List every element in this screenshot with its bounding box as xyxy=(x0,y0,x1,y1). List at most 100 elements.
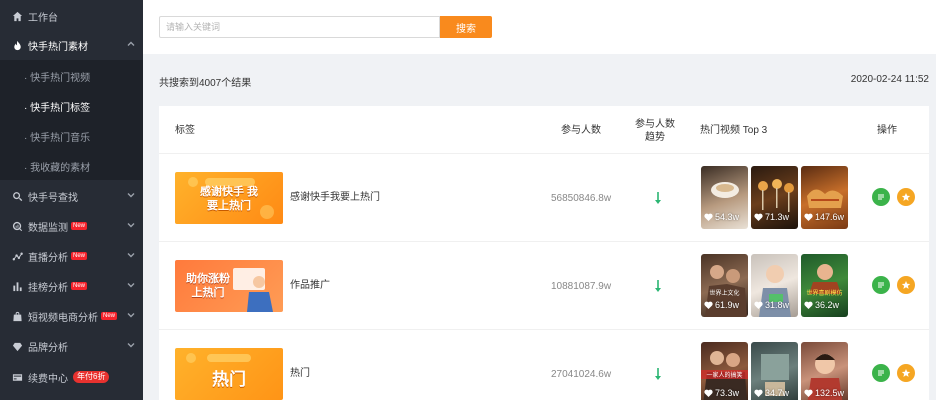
video-caption: 一家人的搞笑 xyxy=(701,370,748,379)
sidebar-item-renewal-center[interactable]: 续费中心 年付6折 xyxy=(0,362,143,392)
tag-banner: 感谢快手 我要上热门 xyxy=(175,172,283,224)
chevron-down-icon xyxy=(127,311,135,319)
sidebar-subitem-favorites[interactable]: · 我收藏的素材 xyxy=(0,151,143,181)
diamond-icon xyxy=(11,340,23,352)
sidebar-subitem-hot-music[interactable]: · 快手热门音乐 xyxy=(0,121,143,151)
detail-button[interactable] xyxy=(872,364,890,382)
sidebar-item-label: 续费中心 xyxy=(28,373,68,385)
home-icon xyxy=(11,10,23,22)
table-header: 标签 参与人数 参与人数 趋势 热门视频 Top 3 操作 xyxy=(159,106,929,154)
heart-icon xyxy=(804,301,813,309)
chevron-down-icon xyxy=(127,191,135,199)
credit-card-icon xyxy=(11,371,23,383)
video-caption: 世界喜剧模仿 xyxy=(806,291,843,297)
tag-name[interactable]: 作品推广 xyxy=(290,276,330,291)
favorite-button[interactable] xyxy=(897,188,915,206)
chevron-down-icon xyxy=(127,221,135,229)
heart-icon xyxy=(704,389,713,397)
new-badge: New xyxy=(71,282,88,290)
header-tag: 标签 xyxy=(175,125,195,136)
header-trend: 参与人数 趋势 xyxy=(635,119,675,143)
participants-count: 27041024.6w xyxy=(551,369,612,380)
chevron-up-icon xyxy=(127,40,135,48)
sidebar-item-label: 工作台 xyxy=(28,12,58,24)
list-icon xyxy=(878,282,884,288)
trend-line-icon xyxy=(11,250,23,262)
sidebar-item-live-analysis[interactable]: 直播分析 New xyxy=(0,241,143,271)
tags-table: 标签 参与人数 参与人数 趋势 热门视频 Top 3 操作 感谢快手 我要上热门… xyxy=(159,106,929,400)
video-thumbnail[interactable]: 71.3w xyxy=(751,166,798,229)
sidebar-item-workbench[interactable]: 工作台 xyxy=(0,1,143,31)
video-likes: 31.8w xyxy=(754,300,789,310)
tag-name[interactable]: 感谢快手我要上热门 xyxy=(290,188,380,203)
trend-down-icon xyxy=(654,368,662,380)
tag-name[interactable]: 热门 xyxy=(290,364,310,379)
header-participants: 参与人数 xyxy=(561,125,601,136)
header-top-videos: 热门视频 Top 3 xyxy=(700,125,768,136)
participants-count: 56850846.8w xyxy=(551,193,612,204)
search-button[interactable]: 搜索 xyxy=(440,16,492,38)
chevron-down-icon xyxy=(127,281,135,289)
sidebar-item-label: 快手号查找 xyxy=(28,192,78,204)
bar-chart-icon xyxy=(11,280,23,292)
sidebar-item-label: 数据监测 xyxy=(28,222,68,234)
table-row: 感谢快手 我要上热门 感谢快手我要上热门 56850846.8w 54.3w 7… xyxy=(159,154,929,242)
banner-text: 热门 xyxy=(212,370,246,389)
video-likes: 61.9w xyxy=(704,300,739,310)
favorite-button[interactable] xyxy=(897,364,915,382)
star-icon xyxy=(901,369,911,377)
sidebar-item-data-monitor[interactable]: 数据监测 New xyxy=(0,211,143,241)
list-icon xyxy=(878,370,884,376)
sidebar-item-label: 挂榜分析 xyxy=(28,282,68,294)
video-thumbnail[interactable]: 34.7w xyxy=(751,342,798,400)
heart-icon xyxy=(754,213,763,221)
video-thumbnail[interactable]: 147.6w xyxy=(801,166,848,229)
heart-icon xyxy=(754,389,763,397)
video-thumbnail[interactable]: 一家人的搞笑 73.3w xyxy=(701,342,748,400)
new-badge: New xyxy=(71,222,88,230)
sidebar-item-label: 直播分析 xyxy=(28,252,68,264)
video-thumbnail[interactable]: 54.3w xyxy=(701,166,748,229)
result-count: 共搜索到4007个结果 xyxy=(159,78,252,89)
video-thumbnail[interactable]: 世界上文化 61.9w xyxy=(701,254,748,317)
monitor-search-icon xyxy=(11,220,23,232)
sidebar-item-ecommerce-analysis[interactable]: 短视频电商分析 New xyxy=(0,301,143,331)
shopping-bag-icon xyxy=(11,310,23,322)
detail-button[interactable] xyxy=(872,276,890,294)
new-badge: New xyxy=(101,312,118,320)
sidebar-item-brand-analysis[interactable]: 品牌分析 xyxy=(0,331,143,361)
video-likes: 54.3w xyxy=(704,212,739,222)
heart-icon xyxy=(704,301,713,309)
video-likes: 34.7w xyxy=(754,388,789,398)
video-likes: 73.3w xyxy=(704,388,739,398)
video-likes: 147.6w xyxy=(804,212,844,222)
video-thumbnail[interactable]: 132.5w xyxy=(801,342,848,400)
tag-banner: 助你涨粉 上热门 xyxy=(175,260,283,312)
chevron-down-icon xyxy=(127,341,135,349)
sidebar-item-account-search[interactable]: 快手号查找 xyxy=(0,181,143,211)
sidebar-item-rank-analysis[interactable]: 挂榜分析 New xyxy=(0,271,143,301)
video-thumbnail[interactable]: 世界喜剧模仿 36.2w xyxy=(801,254,848,317)
video-likes: 36.2w xyxy=(804,300,839,310)
search-icon xyxy=(11,190,23,202)
banner-text: 助你涨粉 上热门 xyxy=(186,273,230,299)
video-thumbnail[interactable]: 31.8w xyxy=(751,254,798,317)
sidebar: 工作台 快手热门素材 · 快手热门视频 · 快手热门标签 · 快手热门音乐 · … xyxy=(0,0,143,400)
heart-icon xyxy=(704,213,713,221)
header-actions: 操作 xyxy=(877,125,897,136)
trend-down-icon xyxy=(654,280,662,292)
chevron-down-icon xyxy=(127,251,135,259)
participants-count: 10881087.9w xyxy=(551,281,612,292)
sidebar-subitem-hot-tags[interactable]: · 快手热门标签 xyxy=(0,91,143,121)
star-icon xyxy=(901,193,911,201)
sidebar-item-hot-material[interactable]: 快手热门素材 xyxy=(0,30,143,60)
sidebar-subitem-hot-videos[interactable]: · 快手热门视频 xyxy=(0,61,143,91)
favorite-button[interactable] xyxy=(897,276,915,294)
heart-icon xyxy=(804,389,813,397)
sidebar-submenu: · 快手热门视频 · 快手热门标签 · 快手热门音乐 · 我收藏的素材 xyxy=(0,60,143,180)
table-row: 助你涨粉 上热门 作品推广 10881087.9w 世界上文化 61.9w 31… xyxy=(159,242,929,330)
promo-badge: 年付6折 xyxy=(73,371,110,383)
detail-button[interactable] xyxy=(872,188,890,206)
search-bar: 搜索 xyxy=(143,0,936,54)
search-input[interactable] xyxy=(159,16,440,38)
